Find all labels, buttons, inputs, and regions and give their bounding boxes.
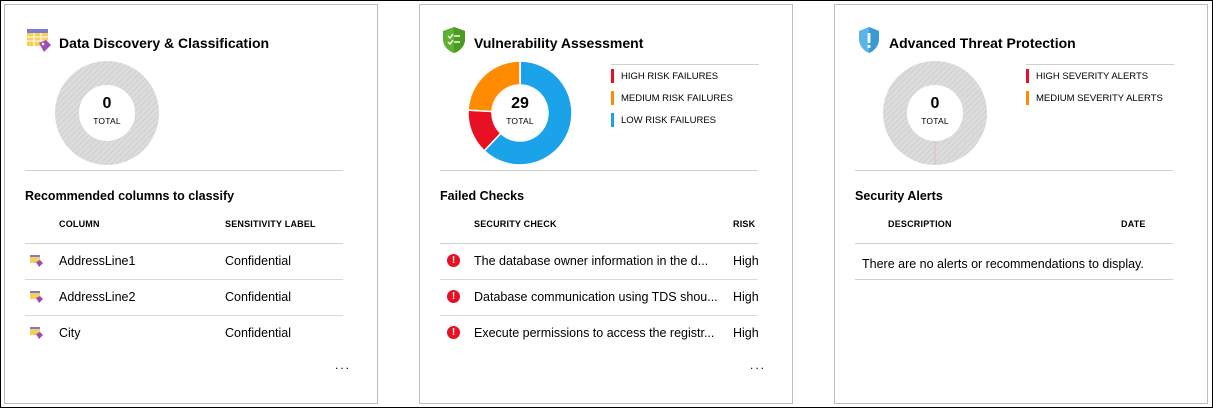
donut-center: 0 TOTAL [55, 61, 159, 165]
donut-total-value: 0 [102, 95, 112, 112]
legend-swatch [611, 91, 614, 105]
legend-item-high-risk[interactable]: HIGH RISK FAILURES [611, 66, 759, 87]
column-name: City [59, 326, 81, 340]
risk-level: High [733, 290, 759, 304]
error-icon: ! [447, 254, 460, 267]
sensitivity-label: Confidential [225, 254, 292, 268]
table-tag-icon [30, 255, 43, 267]
header-divider [855, 243, 1173, 244]
donut-center: 29 TOTAL [468, 61, 572, 165]
section-title: Failed Checks [440, 189, 525, 203]
legend-item-high-severity[interactable]: HIGH SEVERITY ALERTS [1026, 66, 1174, 87]
more-button[interactable]: ... [335, 358, 351, 372]
donut-center: 0 TOTAL [883, 61, 987, 165]
error-icon: ! [447, 290, 460, 303]
error-icon: ! [447, 326, 460, 339]
table-row[interactable]: ! Execute permissions to access the regi… [440, 316, 759, 352]
legend-label: MEDIUM RISK FAILURES [621, 93, 733, 104]
card-title: Vulnerability Assessment [474, 35, 644, 51]
donut-total-label: TOTAL [921, 116, 949, 126]
empty-state-message: There are no alerts or recommendations t… [862, 257, 1144, 271]
card-title: Data Discovery & Classification [59, 35, 270, 51]
legend-swatch [611, 69, 614, 83]
legend-item-low-risk[interactable]: LOW RISK FAILURES [611, 110, 759, 131]
security-check: The database owner information in the d.… [474, 254, 709, 268]
legend-label: MEDIUM SEVERITY ALERTS [1036, 93, 1163, 104]
column-header-security-check: SECURITY CHECK [474, 219, 557, 229]
legend: HIGH RISK FAILURES MEDIUM RISK FAILURES … [611, 64, 759, 131]
column-name: AddressLine2 [59, 290, 136, 304]
card-title: Advanced Threat Protection [889, 35, 1076, 51]
security-check: Database communication using TDS shou... [474, 290, 718, 304]
table-row[interactable]: AddressLine2 Confidential [25, 280, 343, 316]
table-row[interactable]: ! The database owner information in the … [440, 244, 759, 280]
column-header-sensitivity-label: SENSITIVITY LABEL [225, 219, 316, 229]
divider [440, 170, 758, 171]
risk-level: High [733, 326, 759, 340]
more-button[interactable]: ... [750, 358, 766, 372]
sensitivity-label: Confidential [225, 290, 292, 304]
legend: HIGH SEVERITY ALERTS MEDIUM SEVERITY ALE… [1026, 64, 1174, 109]
table-tag-icon [30, 327, 43, 339]
legend-swatch [1026, 91, 1029, 105]
column-header-description: DESCRIPTION [888, 219, 952, 229]
donut-total-value: 0 [930, 95, 940, 112]
legend-item-medium-risk[interactable]: MEDIUM RISK FAILURES [611, 88, 759, 109]
data-discovery-card[interactable]: Data Discovery & Classification 0 TOTAL … [4, 4, 378, 404]
column-name: AddressLine1 [59, 254, 136, 268]
risk-level: High [733, 254, 759, 268]
legend-label: HIGH RISK FAILURES [621, 71, 719, 82]
advanced-threat-protection-card[interactable]: Advanced Threat Protection 0 TOTAL HIGH … [834, 4, 1208, 404]
column-header-risk: RISK [733, 219, 756, 229]
table-tag-icon [30, 291, 43, 303]
vulnerability-assessment-card[interactable]: Vulnerability Assessment 29 TOTAL HIGH R… [419, 4, 793, 404]
table-row[interactable]: AddressLine1 Confidential [25, 244, 343, 280]
row-divider [855, 279, 1173, 280]
column-header-column: COLUMN [59, 219, 100, 229]
legend-swatch [1026, 69, 1029, 83]
legend-label: HIGH SEVERITY ALERTS [1036, 71, 1149, 82]
donut-total-label: TOTAL [93, 116, 121, 126]
section-title: Security Alerts [855, 189, 943, 203]
legend-label: LOW RISK FAILURES [621, 115, 717, 126]
table-row[interactable]: ! Database communication using TDS shou.… [440, 280, 759, 316]
legend-swatch [611, 113, 614, 127]
shield-alert-icon [859, 27, 879, 53]
table-tag-icon [27, 29, 51, 52]
section-title: Recommended columns to classify [25, 189, 235, 203]
donut-total-value: 29 [511, 95, 529, 112]
sensitivity-label: Confidential [225, 326, 292, 340]
security-check: Execute permissions to access the regist… [474, 326, 715, 340]
divider [25, 170, 343, 171]
shield-check-icon [443, 27, 465, 53]
legend-item-medium-severity[interactable]: MEDIUM SEVERITY ALERTS [1026, 88, 1174, 109]
donut-total-label: TOTAL [506, 116, 534, 126]
divider [855, 170, 1173, 171]
column-header-date: DATE [1121, 219, 1146, 229]
table-row[interactable]: City Confidential [25, 316, 343, 352]
